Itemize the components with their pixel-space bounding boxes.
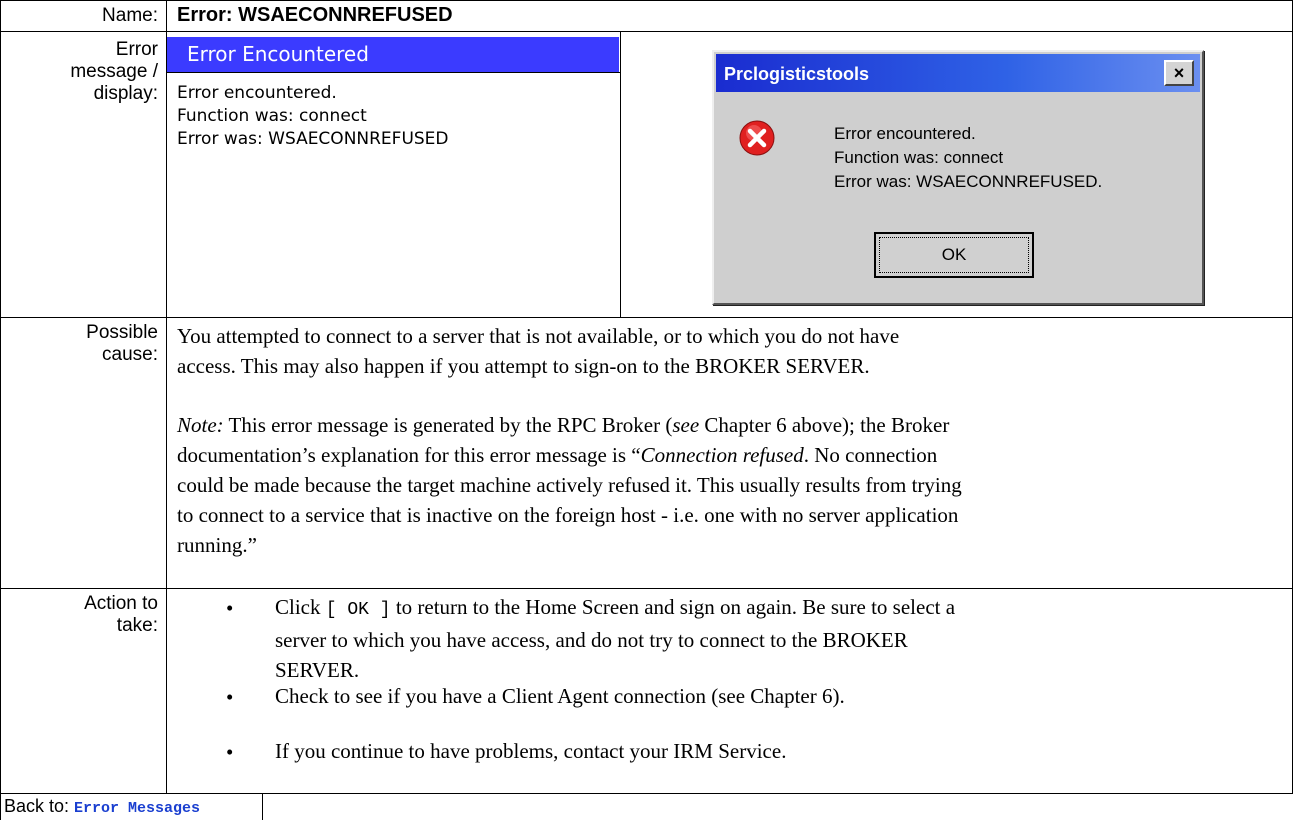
error-message-text: Error encountered. Function was: connect… [177,83,449,149]
action-item-1: Click [ OK ] to return to the Home Scree… [275,595,956,682]
name-label: Name: [102,5,158,26]
bullet-icon: • [226,685,234,709]
error-title: Error: WSAECONNREFUSED [177,4,453,26]
back-to-row: Back to: Error Messages [4,796,200,817]
error-icon [739,120,775,156]
dialog-message: Error encountered. Function was: connect… [834,124,1103,191]
row-divider [0,588,1292,589]
row-divider [0,317,1292,318]
action-label: Action to take: [84,593,158,636]
row-divider [0,793,1292,794]
bullet-icon: • [226,596,234,620]
error-dialog: Prclogisticstools × Error encountered. F… [712,50,1204,305]
footer-divider [262,793,263,820]
cause-paragraph: You attempted to connect to a server tha… [177,324,900,378]
error-messages-link[interactable]: Error Messages [74,800,200,817]
ok-button-label: OK [879,237,1029,273]
back-to-label: Back to: [4,796,75,816]
dialog-title-bar: Prclogisticstools × [716,54,1200,92]
error-encountered-title: Error Encountered [187,42,369,66]
bullet-icon: • [226,740,234,764]
error-encountered-bar: Error Encountered [167,37,619,72]
action-item-3: If you continue to have problems, contac… [275,739,787,763]
subcell-divider [166,72,620,73]
error-cell-divider [620,31,621,318]
possible-cause-label: Possible cause: [86,322,158,365]
close-icon[interactable]: × [1164,60,1194,86]
action-item-2: Check to see if you have a Client Agent … [275,684,845,708]
error-message-label: Error message / display: [70,39,158,104]
ok-button[interactable]: OK [874,232,1034,278]
row-divider [0,31,1292,32]
dialog-title: Prclogisticstools [724,64,870,84]
label-column-divider [166,0,167,794]
ok-code: [ OK ] [325,600,391,620]
note-paragraph: Note: This error message is generated by… [177,413,962,557]
table-right-border [1292,0,1293,794]
table-top-border [0,0,1292,1]
table-left-border [0,0,1,820]
